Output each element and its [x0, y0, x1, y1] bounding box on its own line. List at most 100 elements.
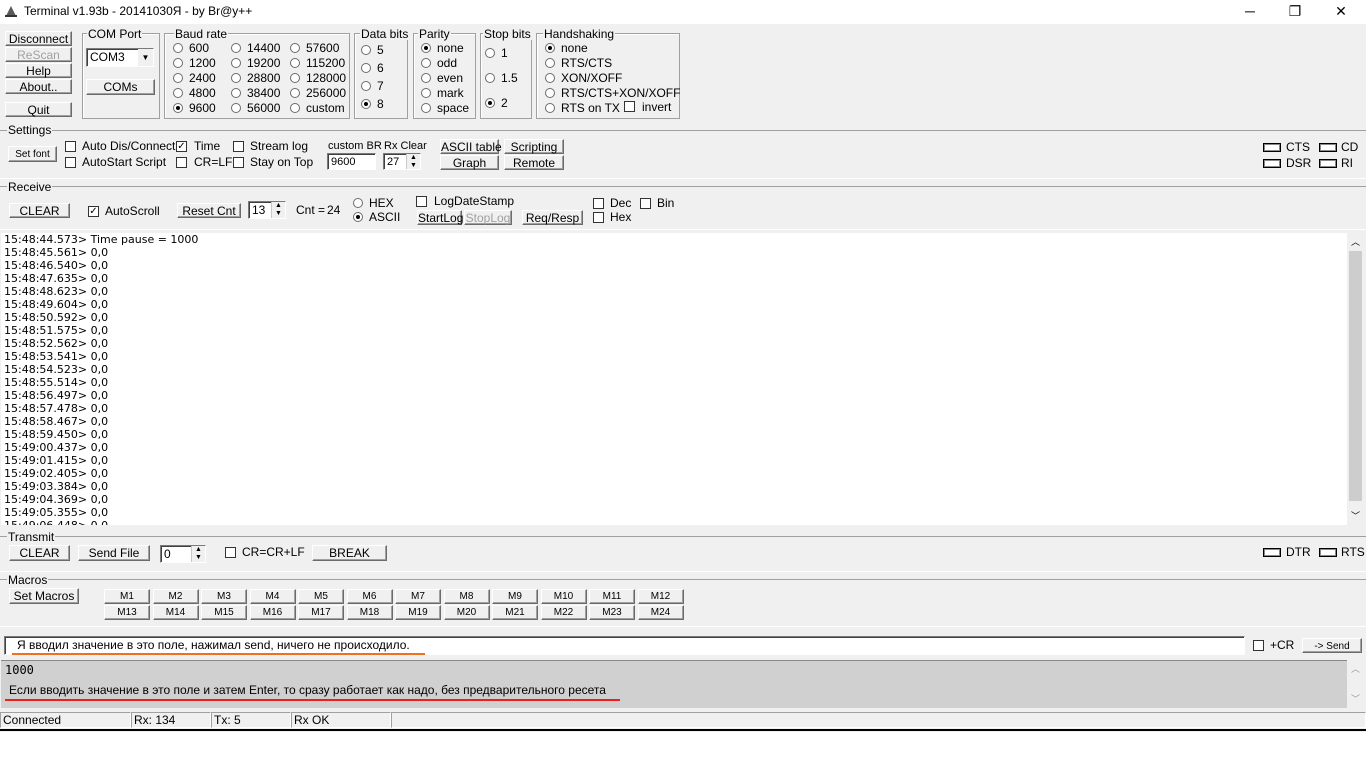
bin-checkbox[interactable] [640, 198, 651, 209]
coms-button[interactable]: COMs [86, 79, 155, 95]
macro-button-m12[interactable]: M12 [637, 589, 684, 604]
baud-28800-radio[interactable] [231, 73, 241, 83]
dtr-indicator[interactable] [1263, 548, 1281, 557]
invert-checkbox[interactable] [624, 101, 635, 112]
baud-2400-radio[interactable] [173, 73, 183, 83]
scroll-thumb[interactable] [1349, 251, 1362, 501]
scroll-up-icon[interactable]: ︿ [1351, 235, 1360, 248]
set-font-button[interactable]: Set font [8, 146, 57, 162]
parity-space-radio[interactable] [421, 103, 431, 113]
macro-button-m1[interactable]: M1 [104, 589, 150, 604]
transmit-scrollbar[interactable]: ︿ ﹀ [1347, 660, 1364, 707]
tx-scroll-down-icon[interactable]: ﹀ [1351, 692, 1360, 705]
macro-button-m7[interactable]: M7 [395, 589, 441, 604]
baud-38400-radio[interactable] [231, 88, 241, 98]
macro-button-m15[interactable]: M15 [201, 605, 247, 620]
stop-log-button[interactable]: StopLog [464, 210, 512, 225]
break-button[interactable]: BREAK [312, 545, 387, 561]
baud-57600-radio[interactable] [290, 43, 300, 53]
baud-56000-radio[interactable] [231, 103, 241, 113]
data-bits-5-radio[interactable] [361, 45, 371, 55]
baud-14400-radio[interactable] [231, 43, 241, 53]
macro-button-m19[interactable]: M19 [395, 605, 441, 620]
rescan-button[interactable]: ReScan [5, 47, 72, 62]
macro-button-m16[interactable]: M16 [249, 605, 296, 620]
scripting-button[interactable]: Scripting [504, 139, 564, 154]
graph-button[interactable]: Graph [440, 155, 499, 170]
close-button[interactable]: ✕ [1318, 0, 1364, 24]
baud-256000-radio[interactable] [290, 88, 300, 98]
send-file-button[interactable]: Send File [78, 545, 150, 561]
plus-cr-checkbox[interactable] [1253, 640, 1264, 651]
auto-dis-connect-checkbox[interactable] [65, 141, 76, 152]
macro-button-m13[interactable]: M13 [104, 605, 150, 620]
scroll-down-icon[interactable]: ﹀ [1351, 509, 1360, 522]
baud-128000-radio[interactable] [290, 73, 300, 83]
maximize-button[interactable]: ❐ [1272, 0, 1318, 24]
rts-indicator[interactable] [1319, 548, 1337, 557]
macro-button-m22[interactable]: M22 [540, 605, 587, 620]
tx-scroll-up-icon[interactable]: ︿ [1351, 662, 1360, 675]
dec-checkbox[interactable] [593, 198, 604, 209]
cnt-stepper[interactable]: ▲ ▼ [271, 202, 285, 218]
chevron-down-icon[interactable]: ▼ [138, 49, 153, 66]
macro-button-m8[interactable]: M8 [443, 589, 490, 604]
ascii-radio[interactable] [353, 212, 363, 222]
autostart-script-checkbox[interactable] [65, 157, 76, 168]
stay-on-top-checkbox[interactable] [233, 157, 244, 168]
reset-cnt-button[interactable]: Reset Cnt [177, 203, 241, 218]
handshake-rts-cts-radio[interactable] [545, 58, 555, 68]
baud-9600-radio[interactable] [173, 103, 183, 113]
receive-scrollbar[interactable]: ︿ ﹀ [1347, 233, 1364, 525]
cr-lf-checkbox[interactable] [176, 157, 187, 168]
parity-none-radio[interactable] [421, 43, 431, 53]
com-port-select[interactable]: COM3 ▼ [86, 48, 154, 67]
cr-cr-lf-checkbox[interactable] [225, 547, 236, 558]
parity-even-radio[interactable] [421, 73, 431, 83]
data-bits-6-radio[interactable] [361, 63, 371, 73]
data-bits-7-radio[interactable] [361, 81, 371, 91]
baud-19200-radio[interactable] [231, 58, 241, 68]
transmit-area[interactable]: 1000 Если вводить значение в это поле и … [1, 660, 1347, 708]
set-macros-button[interactable]: Set Macros [9, 588, 79, 604]
macro-button-m23[interactable]: M23 [589, 605, 635, 620]
macro-button-m11[interactable]: M11 [589, 589, 635, 604]
disconnect-button[interactable]: Disconnect [5, 31, 72, 46]
handshake-rts-cts-xon-xoff-radio[interactable] [545, 88, 555, 98]
stream-log-checkbox[interactable] [233, 141, 244, 152]
macro-button-m9[interactable]: M9 [492, 589, 538, 604]
receive-clear-button[interactable]: CLEAR [9, 203, 70, 218]
handshake-none-radio[interactable] [545, 43, 555, 53]
minimize-button[interactable]: ─ [1227, 0, 1273, 24]
data-bits-8-radio[interactable] [361, 99, 371, 109]
stop-bits-1-radio[interactable] [485, 48, 495, 58]
baud-115200-radio[interactable] [290, 58, 300, 68]
transmit-stepper[interactable]: ▲ ▼ [191, 546, 205, 562]
receive-log[interactable]: 15:48:44.573> Time pause = 1000 15:48:45.… [1, 233, 1347, 525]
hex-checkbox[interactable] [593, 212, 604, 223]
parity-odd-radio[interactable] [421, 58, 431, 68]
stop-bits-1-5-radio[interactable] [485, 73, 495, 83]
handshake-rts-on-tx-radio[interactable] [545, 103, 555, 113]
hex-radio[interactable] [353, 198, 363, 208]
macro-button-m6[interactable]: M6 [346, 589, 393, 604]
baud-600-radio[interactable] [173, 43, 183, 53]
parity-mark-radio[interactable] [421, 88, 431, 98]
req-resp-button[interactable]: Req/Resp [522, 210, 583, 225]
help-button[interactable]: Help [5, 63, 72, 78]
macro-button-m10[interactable]: M10 [540, 589, 587, 604]
macro-button-m21[interactable]: M21 [492, 605, 538, 620]
macro-button-m14[interactable]: M14 [152, 605, 199, 620]
custom-br-input[interactable]: 9600 [327, 153, 376, 170]
macro-button-m4[interactable]: M4 [249, 589, 296, 604]
start-log-button[interactable]: StartLog [417, 210, 463, 225]
macro-button-m5[interactable]: M5 [298, 589, 344, 604]
remote-button[interactable]: Remote [504, 155, 564, 170]
rx-clear-stepper[interactable]: ▲ ▼ [406, 154, 420, 169]
baud-4800-radio[interactable] [173, 88, 183, 98]
macro-button-m24[interactable]: M24 [637, 605, 684, 620]
autoscroll-checkbox[interactable]: ✓ [88, 206, 99, 217]
about-button[interactable]: About.. [5, 79, 72, 94]
macro-button-m3[interactable]: M3 [201, 589, 247, 604]
baud-1200-radio[interactable] [173, 58, 183, 68]
